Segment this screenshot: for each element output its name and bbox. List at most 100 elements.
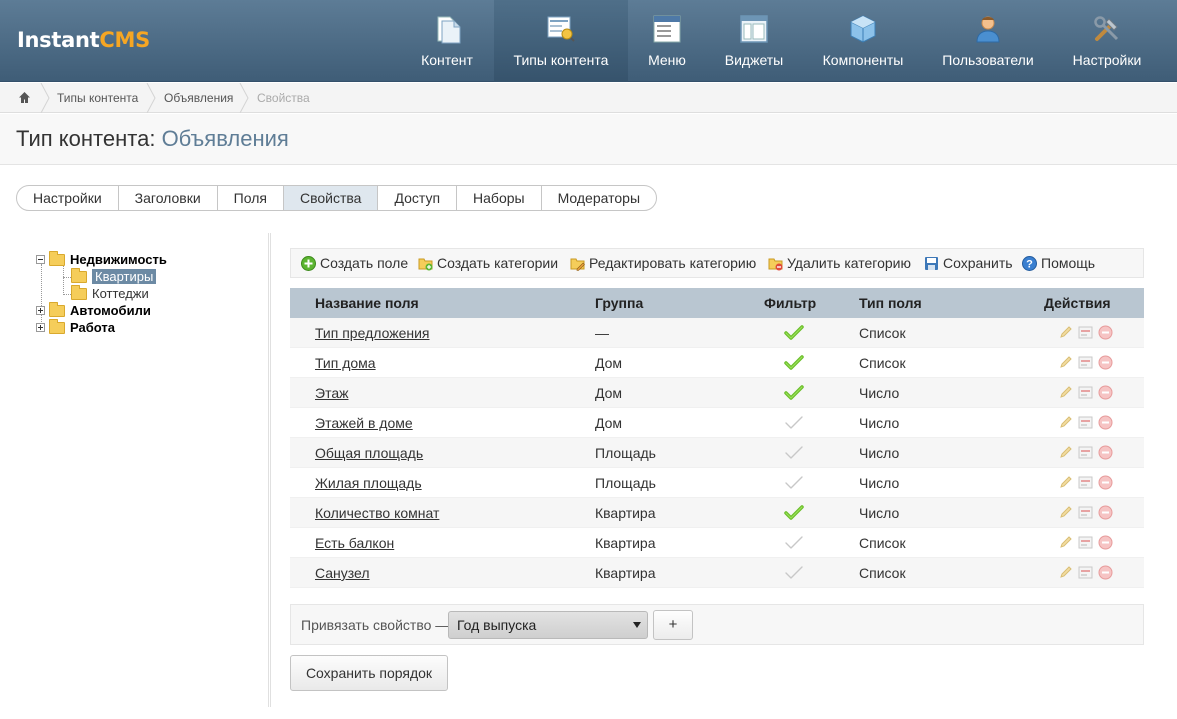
field-type: Список — [859, 325, 906, 341]
delete-category-button[interactable]: Удалить категорию — [768, 255, 911, 271]
field-name-link[interactable]: Количество комнат — [315, 505, 439, 521]
field-name-link[interactable]: Этаж — [315, 385, 348, 401]
delete-icon[interactable] — [1098, 355, 1113, 370]
filter-on-check-icon[interactable] — [784, 384, 804, 402]
delete-icon[interactable] — [1098, 415, 1113, 430]
nav-settings[interactable]: Настройки — [1062, 0, 1152, 82]
edit-pencil-icon[interactable] — [1058, 325, 1073, 340]
field-name-link[interactable]: Жилая площадь — [315, 475, 422, 491]
edit-pencil-icon[interactable] — [1058, 445, 1073, 460]
logo[interactable]: InstantCMS — [17, 28, 150, 52]
tab-access[interactable]: Доступ — [378, 186, 458, 210]
nav-widgets[interactable]: Виджеты — [712, 0, 796, 82]
nav-content-types[interactable]: Типы контента — [494, 0, 628, 82]
page-title: Тип контента: Объявления — [16, 126, 289, 151]
filter-on-check-icon[interactable] — [784, 324, 804, 342]
nav-users[interactable]: Пользователи — [932, 0, 1044, 82]
widgets-icon — [740, 15, 768, 43]
delete-icon[interactable] — [1098, 565, 1113, 580]
filter-off-check-icon[interactable] — [784, 444, 804, 462]
delete-icon[interactable] — [1098, 475, 1113, 490]
edit-pencil-icon[interactable] — [1058, 475, 1073, 490]
folder-icon — [71, 284, 87, 300]
field-name-link[interactable]: Тип дома — [315, 355, 376, 371]
delete-icon[interactable] — [1098, 535, 1113, 550]
column-header-name[interactable]: Название поля — [315, 295, 419, 311]
form-edit-icon[interactable] — [1078, 445, 1093, 460]
filter-off-check-icon[interactable] — [784, 474, 804, 492]
panel-divider[interactable] — [268, 233, 271, 707]
content-types-icon — [547, 16, 575, 42]
field-name-link[interactable]: Санузел — [315, 565, 370, 581]
tab-properties[interactable]: Свойства — [283, 186, 379, 210]
form-edit-icon[interactable] — [1078, 475, 1093, 490]
field-type: Число — [859, 505, 900, 521]
form-edit-icon[interactable] — [1078, 325, 1093, 340]
field-name-link[interactable]: Тип предложения — [315, 325, 429, 341]
edit-pencil-icon[interactable] — [1058, 505, 1073, 520]
table-row: Этажей в доме Дом Число — [290, 408, 1144, 438]
edit-pencil-icon[interactable] — [1058, 565, 1073, 580]
table-row: Санузел Квартира Список — [290, 558, 1144, 588]
edit-pencil-icon[interactable] — [1058, 535, 1073, 550]
tree-line — [63, 294, 71, 295]
delete-icon[interactable] — [1098, 445, 1113, 460]
field-name-link[interactable]: Общая площадь — [315, 445, 423, 461]
tab-datasets[interactable]: Наборы — [457, 186, 542, 210]
property-select[interactable]: Год выпуска — [448, 611, 648, 639]
tree-node-cottages[interactable]: Коттеджи — [71, 284, 149, 302]
filter-off-check-icon[interactable] — [784, 564, 804, 582]
nav-menu[interactable]: Меню — [633, 0, 701, 82]
edit-pencil-icon[interactable] — [1058, 355, 1073, 370]
table-row: Жилая площадь Площадь Число — [290, 468, 1144, 498]
breadcrumb-content-types[interactable]: Типы контента — [57, 91, 138, 105]
column-header-type[interactable]: Тип поля — [859, 295, 922, 311]
tab-moderators[interactable]: Модераторы — [542, 186, 656, 210]
form-edit-icon[interactable] — [1078, 505, 1093, 520]
delete-icon[interactable] — [1098, 505, 1113, 520]
form-edit-icon[interactable] — [1078, 535, 1093, 550]
nav-components[interactable]: Компоненты — [812, 0, 914, 82]
tree-node-realty[interactable]: Недвижимость — [36, 250, 167, 268]
tree-node-cars[interactable]: Автомобили — [36, 301, 151, 319]
expand-icon[interactable] — [36, 306, 45, 315]
delete-icon[interactable] — [1098, 325, 1113, 340]
form-edit-icon[interactable] — [1078, 415, 1093, 430]
save-button[interactable]: Сохранить — [924, 255, 1013, 271]
tab-settings[interactable]: Настройки — [17, 186, 119, 210]
form-edit-icon[interactable] — [1078, 565, 1093, 580]
create-field-button[interactable]: Создать поле — [301, 255, 408, 271]
tab-headings[interactable]: Заголовки — [119, 186, 218, 210]
column-header-group[interactable]: Группа — [595, 295, 643, 311]
edit-pencil-icon[interactable] — [1058, 415, 1073, 430]
edit-pencil-icon[interactable] — [1058, 385, 1073, 400]
filter-on-check-icon[interactable] — [784, 354, 804, 372]
tab-fields[interactable]: Поля — [218, 186, 284, 210]
filter-off-check-icon[interactable] — [784, 534, 804, 552]
filter-on-check-icon[interactable] — [784, 504, 804, 522]
user-icon — [976, 16, 1000, 43]
breadcrumb-ads[interactable]: Объявления — [164, 91, 233, 105]
dropdown-arrow-icon — [633, 622, 641, 628]
field-name-link[interactable]: Есть балкон — [315, 535, 394, 551]
tree-node-apartments[interactable]: Квартиры — [71, 267, 157, 285]
row-actions — [1058, 505, 1113, 520]
breadcrumb-separator — [239, 83, 249, 113]
filter-off-check-icon[interactable] — [784, 414, 804, 432]
save-order-button[interactable]: Сохранить порядок — [290, 655, 448, 691]
form-edit-icon[interactable] — [1078, 385, 1093, 400]
nav-content[interactable]: Контент — [403, 0, 491, 82]
edit-category-button[interactable]: Редактировать категорию — [570, 255, 756, 271]
field-name-link[interactable]: Этажей в доме — [315, 415, 413, 431]
folder-icon — [49, 250, 65, 266]
expand-icon[interactable] — [36, 323, 45, 332]
help-button[interactable]: ? Помощь — [1022, 255, 1095, 271]
tree-node-jobs[interactable]: Работа — [36, 318, 115, 336]
home-icon[interactable] — [18, 91, 31, 104]
create-categories-button[interactable]: Создать категории — [418, 255, 558, 271]
collapse-icon[interactable] — [36, 255, 45, 264]
delete-icon[interactable] — [1098, 385, 1113, 400]
form-edit-icon[interactable] — [1078, 355, 1093, 370]
column-header-filter[interactable]: Фильтр — [764, 295, 816, 311]
add-property-button[interactable]: + — [653, 610, 693, 640]
